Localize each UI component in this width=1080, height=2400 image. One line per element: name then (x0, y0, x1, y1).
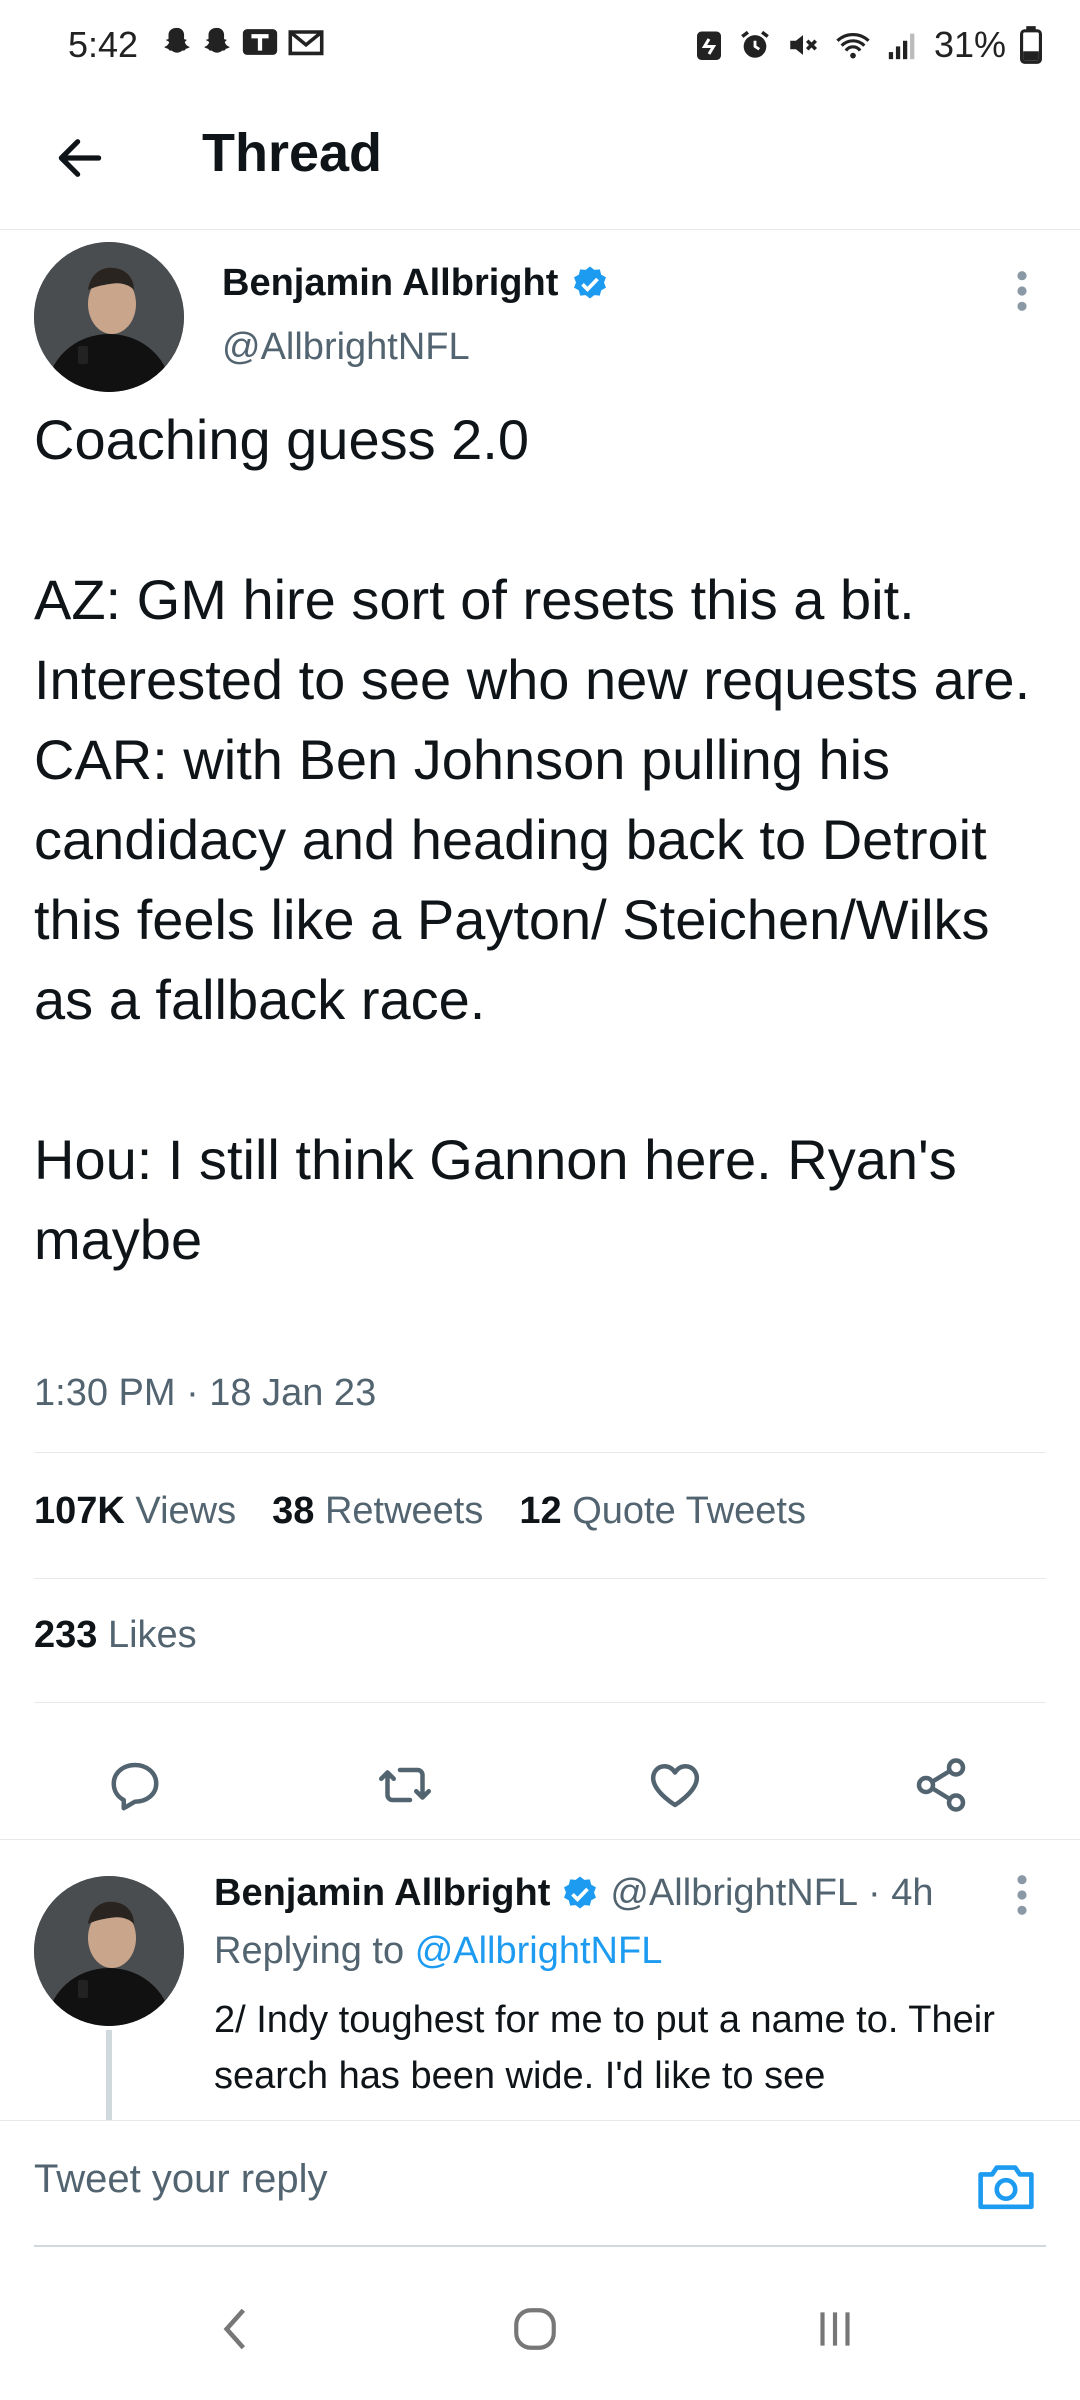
reply-author-name: Benjamin Allbright (214, 1872, 551, 1914)
home-icon (514, 2308, 556, 2350)
alarm-icon (741, 30, 769, 58)
battery-saver-icon (696, 31, 721, 60)
author-name-row[interactable]: Benjamin Allbright (222, 262, 610, 305)
camera-icon (978, 2165, 1034, 2210)
reply-header[interactable]: Benjamin Allbright @AllbrightNFL · 4h (214, 1872, 934, 1915)
reply-icon (111, 1762, 159, 1811)
retweet-icon (379, 1767, 431, 1803)
verified-badge-icon (574, 266, 607, 298)
share-button[interactable] (906, 1750, 976, 1820)
divider (34, 1452, 1046, 1453)
action-bar (0, 1730, 1080, 1840)
more-options-icon[interactable] (1012, 270, 1032, 312)
status-time: 5:42 (68, 24, 139, 65)
reply-more-options-icon[interactable] (1012, 1874, 1032, 1916)
snapchat-icon (164, 27, 190, 53)
reply-button[interactable] (100, 1750, 170, 1820)
status-right: 31% (694, 24, 1042, 66)
retweets-stat[interactable]: 38 Retweets (272, 1490, 483, 1533)
chevron-left-icon (223, 2308, 246, 2350)
author-avatar[interactable] (34, 242, 184, 392)
like-button[interactable] (640, 1750, 710, 1820)
nav-home-button[interactable] (500, 2294, 570, 2364)
mute-icon (790, 35, 817, 55)
replying-to-prefix: Replying to (214, 1930, 405, 1972)
replying-to-line: Replying to @AllbrightNFL (214, 1930, 662, 1973)
battery-icon (1020, 26, 1042, 64)
nav-recents-button[interactable] (800, 2294, 870, 2364)
like-icon (650, 1764, 700, 1808)
reply-author-avatar[interactable] (34, 1876, 184, 2026)
composer-underline (34, 2245, 1046, 2247)
retweet-button[interactable] (370, 1750, 440, 1820)
battery-percent: 31% (933, 24, 1006, 65)
views-stat[interactable]: 107K Views (34, 1490, 236, 1533)
tweet-timestamp[interactable]: 1:30 PM · 18 Jan 23 (34, 1372, 376, 1415)
page-title: Thread (202, 123, 383, 183)
quote-tweets-stat[interactable]: 12 Quote Tweets (519, 1490, 806, 1533)
recents-icon (820, 2312, 850, 2346)
arrow-left-icon (58, 139, 102, 177)
wifi-icon (836, 33, 870, 59)
status-bar: 5:42 31% (0, 0, 1080, 90)
share-icon (916, 1758, 966, 1812)
camera-button[interactable] (976, 2159, 1036, 2213)
system-nav-bar (0, 2250, 1080, 2400)
reply-composer: Tweet your reply (0, 2120, 1080, 2250)
tweet-text: Coaching guess 2.0 AZ: GM hire sort of r… (34, 408, 1031, 1271)
author-name: Benjamin Allbright (222, 262, 559, 304)
gmail-icon (288, 30, 324, 56)
signal-icon (888, 33, 915, 60)
thread-connector-line (106, 2030, 112, 2130)
verified-badge-icon (564, 1876, 597, 1908)
divider (34, 1702, 1046, 1703)
replying-to-handle[interactable]: @AllbrightNFL (415, 1930, 663, 1972)
reply-author-handle: @AllbrightNFL (610, 1872, 859, 1914)
divider (34, 1578, 1046, 1579)
snapchat-icon (204, 27, 230, 53)
reply-age: · 4h (868, 1872, 934, 1914)
back-button[interactable] (52, 130, 108, 186)
nav-back-button[interactable] (200, 2294, 270, 2364)
reply-input[interactable]: Tweet your reply (34, 2157, 327, 2202)
notification-icons (160, 24, 326, 60)
likes-stat[interactable]: 233 Likes (34, 1614, 197, 1657)
author-handle[interactable]: @AllbrightNFL (222, 326, 470, 369)
thread-header: Thread (0, 90, 1080, 230)
teams-icon (242, 29, 278, 55)
reply-text: 2/ Indy toughest for me to put a name to… (214, 1999, 995, 2097)
tweet-stats: 107K Views 38 Retweets 12 Quote Tweets (34, 1490, 806, 1533)
